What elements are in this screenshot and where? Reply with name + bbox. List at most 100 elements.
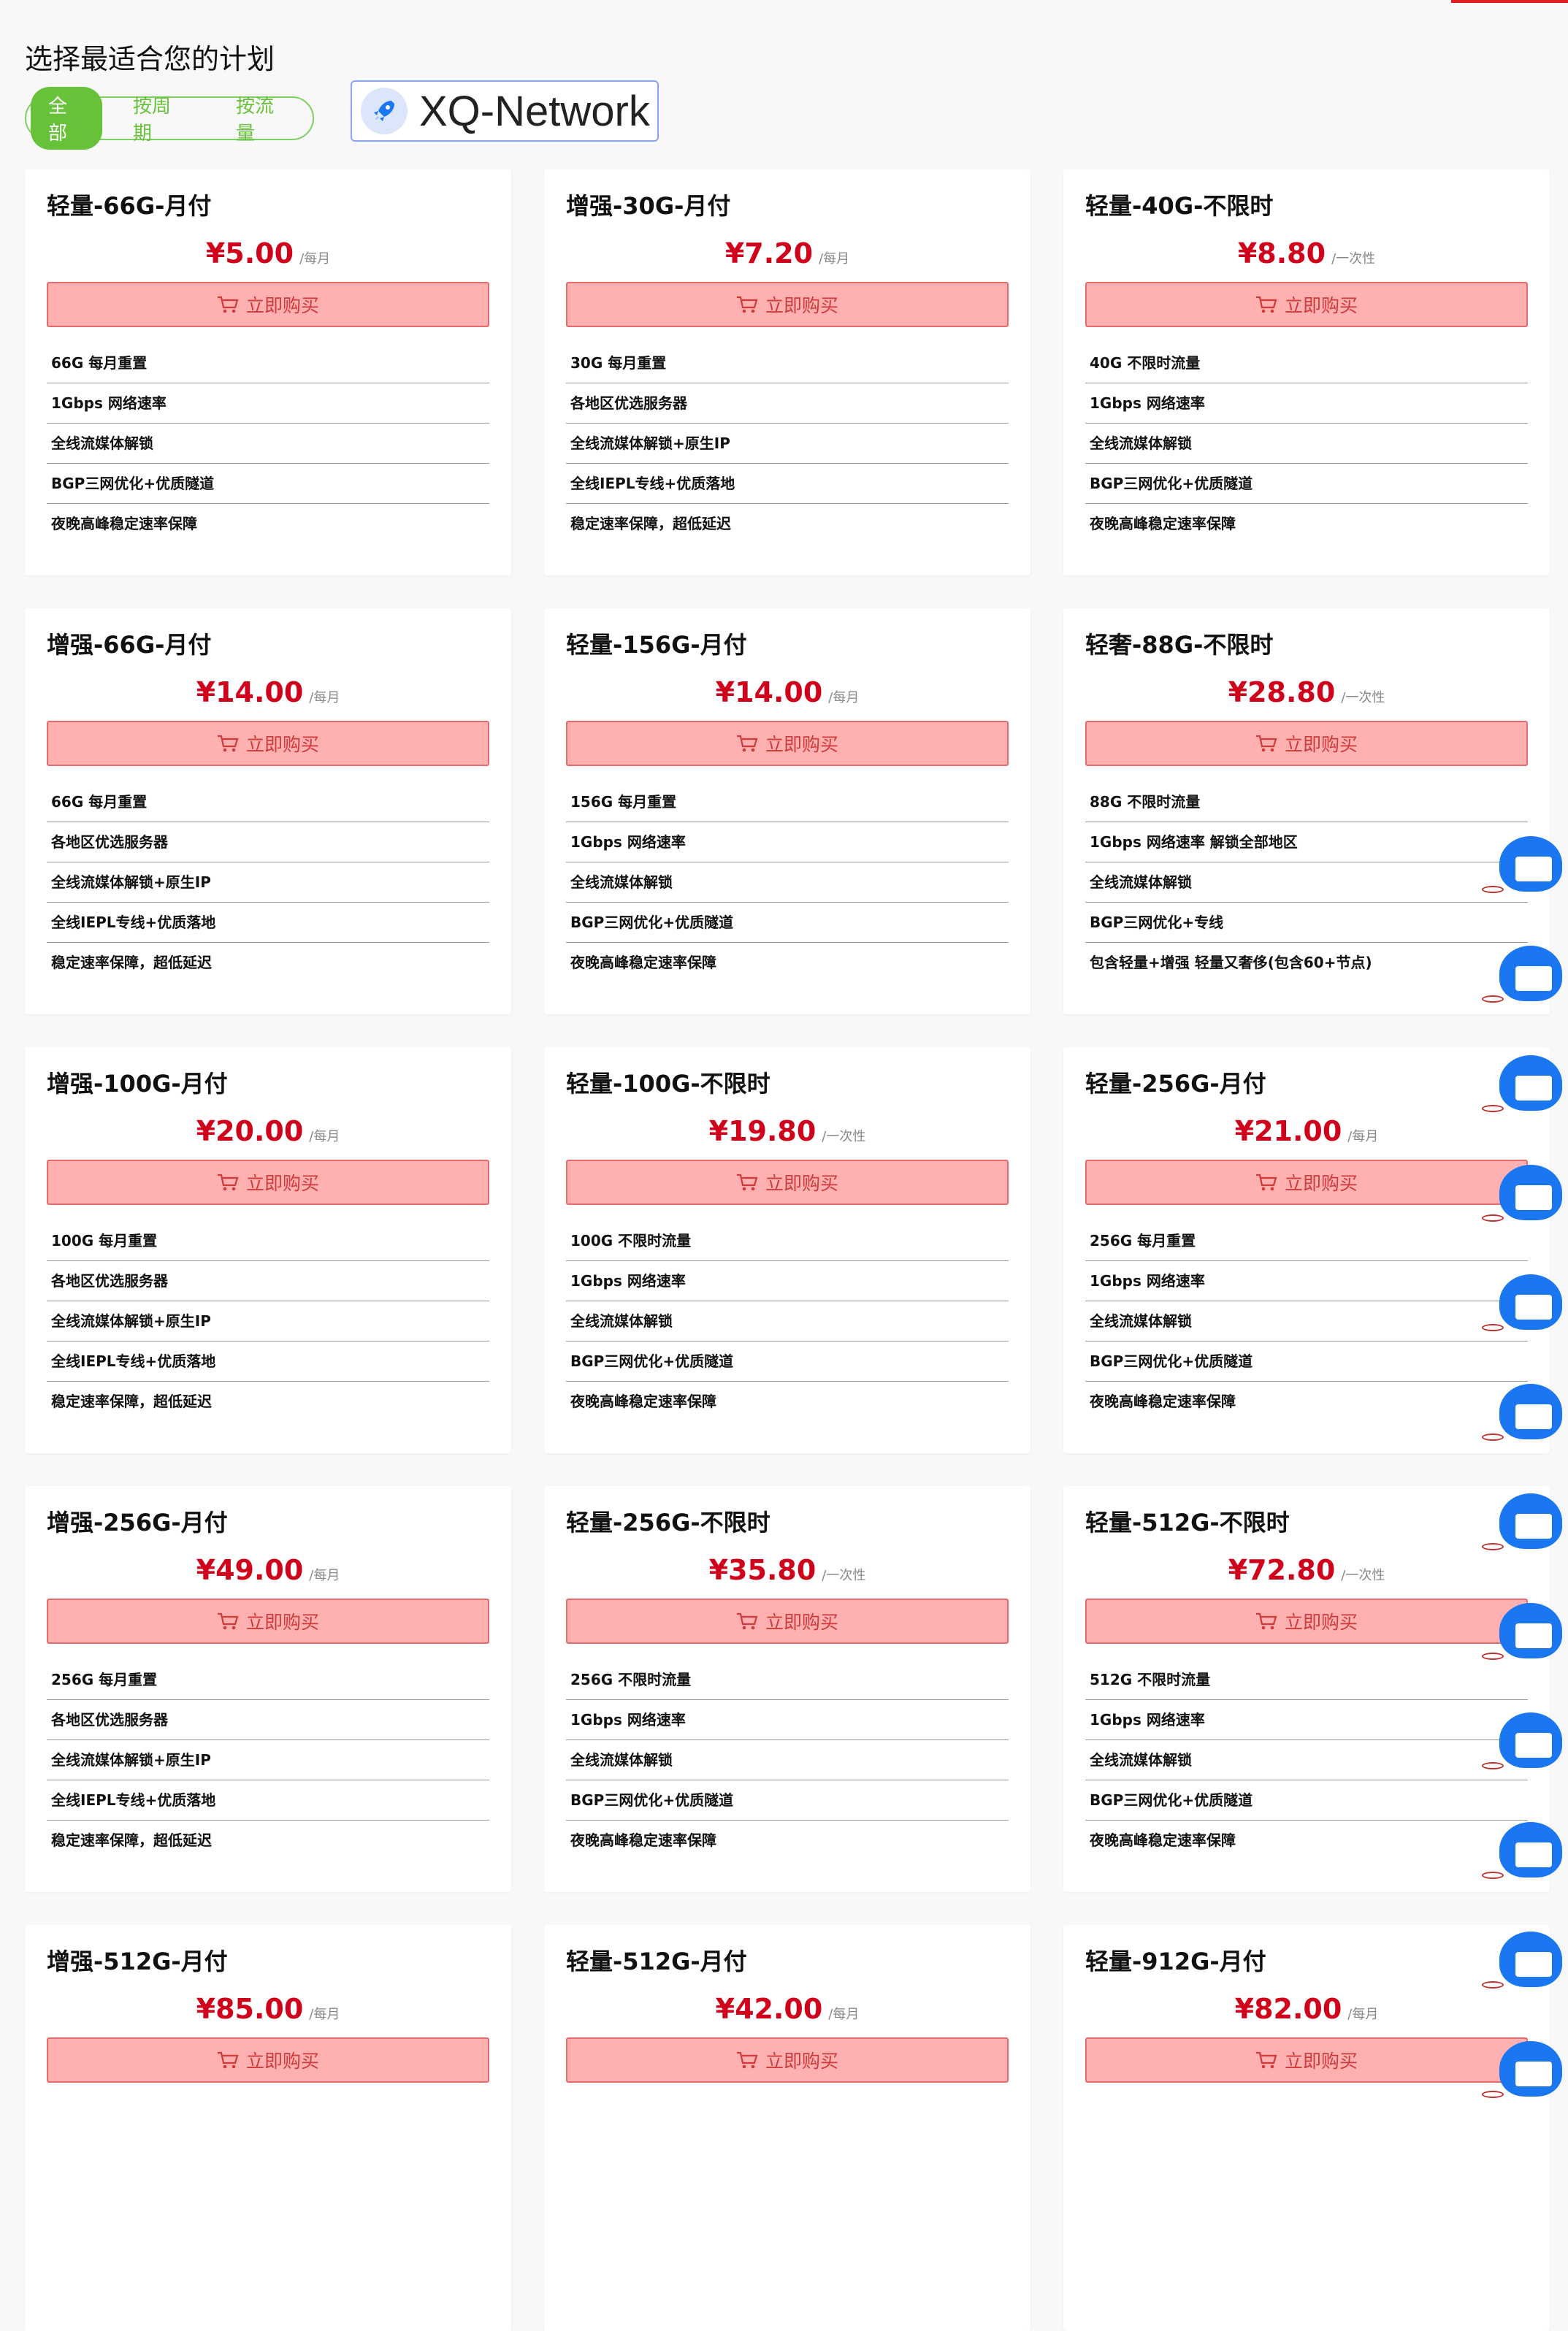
feature-item: 全线流媒体解锁+原生IP (566, 424, 1009, 464)
chat-robot-icon[interactable] (1482, 1493, 1562, 1552)
feature-item: BGP三网优化+优质隧道 (566, 1780, 1009, 1821)
feature-list: 256G 不限时流量 1Gbps 网络速率 全线流媒体解锁 BGP三网优化+优质隧道夜… (566, 1660, 1009, 1860)
plan-price: ¥42.00 (715, 1993, 823, 2025)
feature-item: BGP三网优化+优质隧道 (47, 464, 489, 504)
chat-robot-icon[interactable] (1482, 1932, 1562, 1990)
buy-now-label: 立即购买 (245, 1173, 319, 1194)
feature-item: 全线IEPL专线+优质落地 (566, 464, 1009, 504)
buy-now-label: 立即购买 (765, 2051, 838, 2072)
buy-now-label: 立即购买 (1284, 1173, 1358, 1194)
plan-name: 轻量-66G-月付 (47, 192, 212, 220)
buy-now-button[interactable]: 立即购买 (566, 2037, 1009, 2083)
buy-now-button[interactable]: 立即购买 (47, 1599, 489, 1644)
buy-now-label: 立即购买 (245, 295, 319, 316)
plan-card: 轻量-256G-不限时 ¥35.80/一次性 立即购买 256G 不限时流量 1Gbps… (544, 1486, 1030, 1892)
filter-tab-by-traffic[interactable]: 按流量 (218, 87, 308, 150)
plan-card: 轻量-512G-月付 ¥42.00/每月 立即购买 (544, 1925, 1030, 2331)
plan-name: 轻量-256G-月付 (1085, 1070, 1266, 1098)
buy-now-label: 立即购买 (765, 1173, 838, 1194)
buy-now-button[interactable]: 立即购买 (47, 1160, 489, 1205)
cart-icon (736, 734, 758, 753)
plan-card: 增强-512G-月付 ¥85.00/每月 立即购买 (25, 1925, 511, 2331)
feature-item: 全线流媒体解锁 (566, 1301, 1009, 1341)
chat-robot-icon[interactable] (1482, 1274, 1562, 1333)
buy-now-label: 立即购买 (1284, 1612, 1358, 1633)
plan-price: ¥14.00 (196, 676, 304, 708)
cart-icon (1255, 1173, 1277, 1192)
buy-now-button[interactable]: 立即购买 (566, 282, 1009, 327)
plan-card: 轻奢-88G-不限时 ¥28.80/一次性 立即购买 88G 不限时流量 1Gbps 网… (1063, 608, 1550, 1014)
feature-item: 各地区优选服务器 (566, 383, 1009, 424)
feature-item: 512G 不限时流量 (1085, 1660, 1528, 1700)
plan-name: 增强-30G-月付 (566, 192, 731, 220)
cart-icon (217, 734, 239, 753)
chat-robot-icon[interactable] (1482, 2041, 1562, 2100)
plan-card: 轻量-100G-不限时 ¥19.80/一次性 立即购买 100G 不限时流量 1Gbps… (544, 1047, 1030, 1453)
chat-robot-icon[interactable] (1482, 1165, 1562, 1223)
feature-item: 全线流媒体解锁 (566, 1740, 1009, 1780)
chat-robot-icon[interactable] (1482, 946, 1562, 1004)
plan-price: ¥85.00 (196, 1993, 304, 2025)
rocket-icon (361, 88, 408, 134)
buy-now-label: 立即购买 (1284, 734, 1358, 755)
plan-name: 轻量-156G-月付 (566, 631, 747, 659)
price-row: ¥35.80/一次性 (566, 1556, 1009, 1584)
feature-item: 30G 每月重置 (566, 343, 1009, 383)
buy-now-label: 立即购买 (1284, 2051, 1358, 2072)
price-row: ¥21.00/每月 (1085, 1117, 1528, 1145)
feature-list: 256G 每月重置 各地区优选服务器 全线流媒体解锁+原生IP 全线IEPL专线+优质… (47, 1660, 489, 1860)
feature-list: 100G 每月重置 各地区优选服务器 全线流媒体解锁+原生IP 全线IEPL专线+优质… (47, 1221, 489, 1421)
feature-item: 夜晚高峰稳定速率保障 (570, 1832, 716, 1849)
plan-period: /一次性 (1341, 690, 1385, 705)
feature-item: 稳定速率保障，超低延迟 (51, 954, 212, 971)
plan-card: 轻量-40G-不限时 ¥8.80/一次性 立即购买 40G 不限时流量 1Gbps 网络… (1063, 169, 1550, 575)
buy-now-button[interactable]: 立即购买 (1085, 282, 1528, 327)
feature-item: BGP三网优化+优质隧道 (1085, 464, 1528, 504)
feature-item: 66G 每月重置 (47, 343, 489, 383)
chat-robot-icon[interactable] (1482, 1822, 1562, 1880)
price-row: ¥72.80/一次性 (1085, 1556, 1528, 1584)
buy-now-button[interactable]: 立即购买 (47, 282, 489, 327)
plan-price: ¥82.00 (1234, 1993, 1342, 2025)
buy-now-button[interactable]: 立即购买 (1085, 1160, 1528, 1205)
buy-now-button[interactable]: 立即购买 (566, 1160, 1009, 1205)
filter-tab-by-period[interactable]: 按周期 (115, 87, 205, 150)
plan-period: /每月 (1347, 2007, 1379, 2022)
buy-now-button[interactable]: 立即购买 (566, 721, 1009, 766)
plan-price: ¥35.80 (708, 1554, 816, 1586)
buy-now-button[interactable]: 立即购买 (47, 721, 489, 766)
feature-item: 全线流媒体解锁 (1085, 1740, 1528, 1780)
buy-now-label: 立即购买 (1284, 295, 1358, 316)
feature-item: 包含轻量+增强 轻量又奢侈(包含60+节点) (1090, 954, 1372, 971)
feature-item: 夜晚高峰稳定速率保障 (1090, 515, 1236, 532)
feature-item: 各地区优选服务器 (47, 1700, 489, 1740)
chat-robot-icon[interactable] (1482, 1603, 1562, 1661)
chat-robot-icon[interactable] (1482, 1055, 1562, 1114)
buy-now-button[interactable]: 立即购买 (1085, 721, 1528, 766)
plan-name: 轻量-100G-不限时 (566, 1070, 770, 1098)
plan-card: 轻量-912G-月付 ¥82.00/每月 立即购买 (1063, 1925, 1550, 2331)
price-row: ¥85.00/每月 (47, 1995, 489, 2023)
buy-now-button[interactable]: 立即购买 (1085, 2037, 1528, 2083)
plan-name: 增强-100G-月付 (47, 1070, 228, 1098)
feature-item: 100G 每月重置 (47, 1221, 489, 1261)
buy-now-button[interactable]: 立即购买 (47, 2037, 489, 2083)
plan-card: 轻量-512G-不限时 ¥72.80/一次性 立即购买 512G 不限时流量 1Gbps… (1063, 1486, 1550, 1892)
cart-icon (736, 1612, 758, 1631)
chat-robot-icon[interactable] (1482, 1712, 1562, 1771)
plan-price: ¥49.00 (196, 1554, 304, 1586)
filter-tab-all[interactable]: 全部 (31, 87, 102, 150)
buy-now-button[interactable]: 立即购买 (1085, 1599, 1528, 1644)
plan-price: ¥72.80 (1228, 1554, 1336, 1586)
feature-item: 各地区优选服务器 (47, 1261, 489, 1301)
buy-now-button[interactable]: 立即购买 (566, 1599, 1009, 1644)
feature-item: 全线流媒体解锁 (1085, 424, 1528, 464)
plan-price: ¥14.00 (715, 676, 823, 708)
brand-badge[interactable]: XQ-Network (351, 80, 659, 142)
plan-period: /每月 (309, 1568, 340, 1583)
chat-robot-icon[interactable] (1482, 1384, 1562, 1442)
price-row: ¥20.00/每月 (47, 1117, 489, 1145)
chat-robot-icon[interactable] (1482, 836, 1562, 895)
feature-item: 全线IEPL专线+优质落地 (47, 1780, 489, 1821)
feature-item: 全线流媒体解锁 (566, 862, 1009, 903)
